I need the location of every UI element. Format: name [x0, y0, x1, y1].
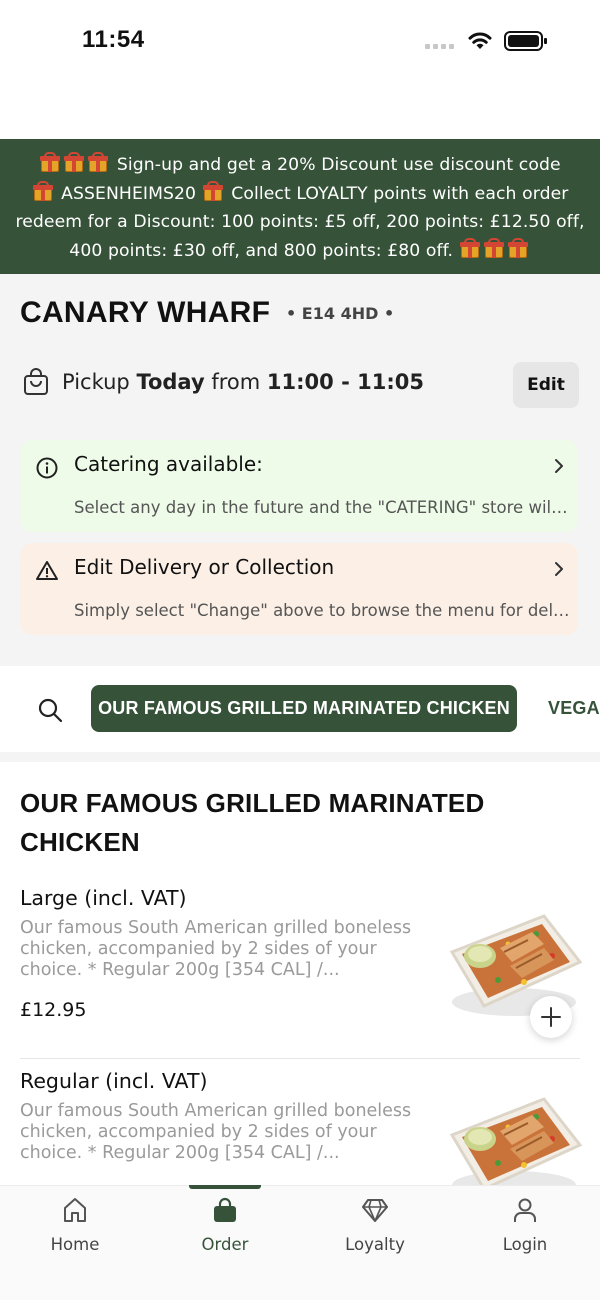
promo-line-1: Sign-up and get a 20% Discount use disco… [14, 151, 586, 180]
status-bar: 11:54 [0, 0, 600, 80]
nav-label: Order [201, 1235, 249, 1254]
promo-text: Sign-up and get a 20% Discount use disco… [116, 155, 561, 175]
edit-delivery-body: Simply select "Change" above to browse t… [74, 601, 570, 620]
promo-line-4: 400 points: £30 off, and 800 points: £80… [14, 237, 586, 266]
product-card[interactable]: Regular (incl. VAT) Our famous South Ame… [20, 1069, 582, 1185]
nav-loyalty[interactable]: Loyalty [300, 1186, 450, 1266]
section-title: OUR FAMOUS GRILLED MARINATED CHICKEN [20, 788, 485, 857]
nav-label: Loyalty [345, 1235, 405, 1254]
user-icon [514, 1198, 536, 1222]
signal-icon [425, 44, 454, 49]
gift-icon [87, 152, 109, 173]
plus-icon [541, 1007, 561, 1027]
product-description: Our famous South American grilled bonele… [20, 918, 412, 980]
gift-icon [483, 237, 505, 259]
chevron-right-icon [555, 562, 563, 576]
pickup-label: Pickup [62, 370, 130, 394]
category-tab-vegan[interactable]: VEGAN [548, 685, 600, 732]
gift-icon [32, 180, 54, 202]
pickup-text: Pickup Today from 11:00 - 11:05 [62, 370, 424, 394]
section-divider [0, 752, 600, 762]
gift-icon [507, 237, 529, 259]
battery-icon [504, 31, 547, 51]
category-tab-grilled-chicken[interactable]: OUR FAMOUS GRILLED MARINATED CHICKEN [91, 685, 517, 732]
gift-icon [459, 237, 481, 259]
nav-home[interactable]: Home [0, 1186, 150, 1266]
wifi-icon [468, 32, 492, 49]
promo-banner: Sign-up and get a 20% Discount use disco… [0, 139, 600, 274]
chicken-meal-image [449, 1097, 582, 1185]
gift-icon [63, 152, 85, 173]
edit-pickup-button[interactable]: Edit [513, 362, 579, 408]
promo-text: Collect LOYALTY points with each order [231, 183, 569, 204]
product-name: Regular (incl. VAT) [20, 1069, 208, 1093]
nav-order[interactable]: Order [150, 1186, 300, 1266]
warning-icon [36, 561, 58, 580]
nav-label: Login [502, 1235, 548, 1254]
product-card[interactable]: Large (incl. VAT) Our famous South Ameri… [20, 886, 582, 1066]
pickup-day: Today [136, 370, 205, 394]
diamond-icon [362, 1199, 388, 1222]
product-price: £12.95 [20, 999, 87, 1021]
promo-line-3: redeem for a Discount: 100 points: £5 of… [15, 212, 585, 233]
pickup-row: Pickup Today from 11:00 - 11:05 [22, 368, 424, 396]
search-icon[interactable] [36, 696, 64, 724]
catering-card[interactable]: Catering available: Select any day in th… [20, 440, 578, 532]
category-bar: OUR FAMOUS GRILLED MARINATED CHICKEN VEG… [0, 666, 600, 752]
nav-label: Home [50, 1235, 100, 1254]
pickup-time: 11:00 - 11:05 [266, 370, 424, 394]
bottom-nav: Home Order Loyalty Login [0, 1185, 600, 1300]
gift-icon [202, 180, 224, 202]
pickup-from: from [211, 370, 261, 394]
info-icon [36, 457, 58, 479]
edit-delivery-title: Edit Delivery or Collection [74, 555, 335, 579]
bag-icon [214, 1197, 236, 1222]
add-to-cart-button[interactable] [530, 996, 572, 1038]
catering-body: Select any day in the future and the "CA… [74, 498, 570, 517]
nav-login[interactable]: Login [450, 1186, 600, 1266]
promo-text: 400 points: £30 off, and 800 points: £80… [69, 240, 454, 261]
store-section: CANARY WHARF • E14 4HD • Pickup Today fr… [0, 274, 600, 666]
gift-icon [39, 152, 61, 173]
chevron-right-icon [555, 459, 563, 473]
store-name: CANARY WHARF [20, 296, 271, 329]
product-description: Our famous South American grilled bonele… [20, 1101, 412, 1163]
shopping-bag-icon [24, 368, 48, 395]
edit-delivery-card[interactable]: Edit Delivery or Collection Simply selec… [20, 543, 578, 635]
product-divider [20, 1058, 580, 1059]
catering-title: Catering available: [74, 452, 263, 476]
product-name: Large (incl. VAT) [20, 886, 187, 910]
store-postcode: • E14 4HD • [286, 304, 395, 323]
home-icon [64, 1198, 86, 1222]
status-time: 11:54 [82, 26, 145, 53]
discount-code: ASSENHEIMS20 [61, 183, 197, 204]
menu-section: OUR FAMOUS GRILLED MARINATED CHICKEN Lar… [0, 762, 600, 1185]
promo-line-2: ASSENHEIMS20 Collect LOYALTY points with… [14, 180, 586, 209]
